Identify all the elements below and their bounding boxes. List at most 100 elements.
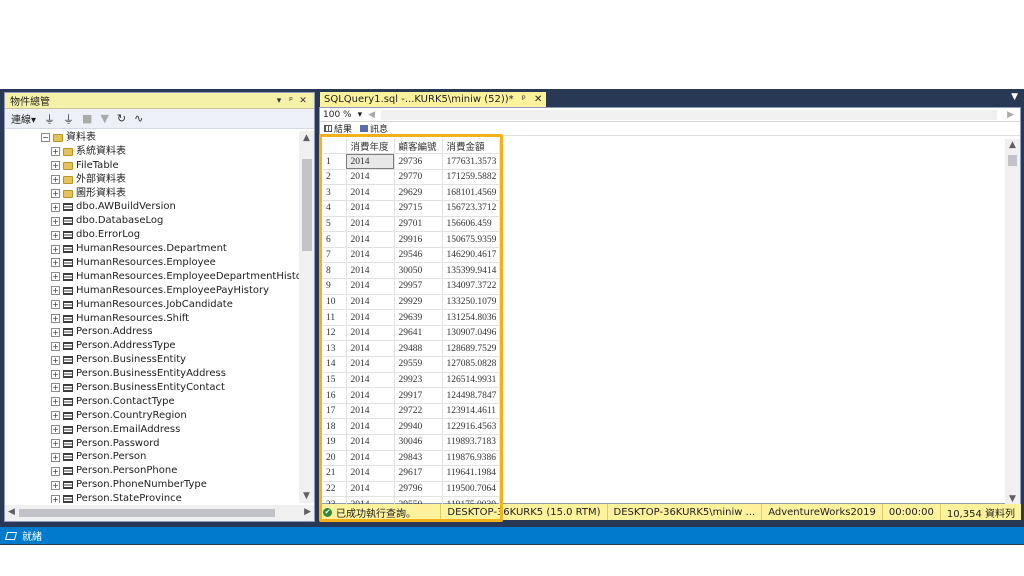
- expand-icon[interactable]: +: [51, 494, 60, 503]
- tree-node[interactable]: + Person.BusinessEntityContact: [5, 381, 299, 395]
- activity-monitor-icon[interactable]: ∿: [134, 112, 143, 125]
- scroll-down-icon[interactable]: ▼: [299, 491, 314, 501]
- grid-cell[interactable]: 134097.3722: [442, 278, 500, 295]
- grid-cell[interactable]: 2014: [346, 262, 395, 280]
- tree-node[interactable]: + dbo.DatabaseLog: [5, 214, 299, 228]
- grid-cell[interactable]: 2014: [346, 387, 395, 404]
- tree-node[interactable]: + HumanResources.EmployeePayHistory: [5, 284, 299, 298]
- scroll-up-icon[interactable]: ▲: [299, 133, 314, 143]
- tree-node[interactable]: + 圖形資料表: [5, 187, 299, 201]
- grid-cell[interactable]: 123914.4611: [442, 403, 500, 420]
- scroll-right-icon[interactable]: ▶: [304, 507, 311, 517]
- grid-cell[interactable]: 2014: [346, 465, 395, 482]
- expand-icon[interactable]: +: [51, 327, 60, 337]
- table-row[interactable]: 4 2014 29715 156723.3712: [323, 200, 500, 217]
- grid-cell[interactable]: 29639: [394, 309, 443, 326]
- tree-node[interactable]: + Person.PersonPhone: [5, 464, 299, 478]
- grid-cell[interactable]: 126514.9931: [442, 372, 500, 389]
- results-vertical-scrollbar[interactable]: ▲ ▼: [1005, 139, 1020, 505]
- expand-icon[interactable]: +: [51, 161, 60, 171]
- scroll-up-icon[interactable]: ▲: [1005, 140, 1020, 150]
- grid-cell[interactable]: 29770: [394, 169, 443, 186]
- expand-icon[interactable]: +: [51, 397, 60, 407]
- zoom-level[interactable]: 100 %: [323, 110, 352, 120]
- grid-cell[interactable]: 2014: [346, 231, 395, 248]
- tree-node[interactable]: + Person.CountryRegion: [5, 409, 299, 423]
- column-header[interactable]: 消費金額: [442, 139, 500, 155]
- object-explorer-horizontal-scrollbar[interactable]: ◀ ▶: [5, 505, 314, 521]
- grid-cell[interactable]: 2014: [346, 169, 395, 186]
- collapse-icon[interactable]: −: [41, 133, 50, 143]
- column-header[interactable]: 顧客編號: [394, 139, 443, 155]
- tree-node[interactable]: + HumanResources.Department: [5, 242, 299, 256]
- tab-close-icon[interactable]: ✕: [534, 94, 542, 105]
- grid-cell[interactable]: 29843: [394, 450, 443, 467]
- tree-node[interactable]: + Person.Address: [5, 325, 299, 339]
- grid-cell[interactable]: 156723.3712: [442, 200, 500, 217]
- grid-cell[interactable]: 2014: [346, 340, 395, 358]
- expand-icon[interactable]: +: [51, 452, 60, 462]
- table-row[interactable]: 2 2014 29770 171259.5882: [323, 169, 500, 186]
- grid-cell[interactable]: 29929: [394, 294, 443, 311]
- expand-icon[interactable]: +: [51, 480, 60, 490]
- pin-icon[interactable]: ᵖ: [285, 96, 297, 106]
- tree-node[interactable]: + Person.BusinessEntity: [5, 353, 299, 367]
- table-row[interactable]: 21 2014 29617 119641.1984: [323, 465, 500, 482]
- table-row[interactable]: 17 2014 29722 123914.4611: [323, 403, 500, 420]
- table-row[interactable]: 8 2014 30050 135399.9414: [323, 262, 500, 280]
- grid-cell[interactable]: 2014: [346, 450, 395, 467]
- grid-cell[interactable]: 29736: [394, 153, 443, 170]
- tree-node[interactable]: + HumanResources.EmployeeDepartmentHistor…: [5, 270, 299, 284]
- column-header[interactable]: 消費年度: [346, 139, 395, 155]
- tree-node[interactable]: + Person.PhoneNumberType: [5, 478, 299, 492]
- grid-cell[interactable]: 29641: [394, 325, 443, 342]
- grid-cell[interactable]: 2014: [346, 200, 395, 217]
- tree-node[interactable]: + Person.Person: [5, 450, 299, 464]
- scroll-thumb[interactable]: [1008, 155, 1017, 166]
- grid-cell[interactable]: 29488: [394, 340, 443, 358]
- connect-plug-icon[interactable]: ⏚: [44, 111, 55, 127]
- table-row[interactable]: 12 2014 29641 130907.0496: [323, 325, 500, 342]
- expand-icon[interactable]: +: [51, 244, 60, 254]
- expand-icon[interactable]: +: [51, 439, 60, 449]
- stop-icon[interactable]: ■: [82, 112, 92, 125]
- grid-cell[interactable]: 2014: [346, 247, 395, 264]
- tree-node[interactable]: + dbo.ErrorLog: [5, 228, 299, 242]
- grid-cell[interactable]: 127085.0828: [442, 356, 500, 373]
- object-explorer-vertical-scrollbar[interactable]: ▲ ▼: [299, 131, 314, 503]
- tree-node[interactable]: + Person.BusinessEntityAddress: [5, 367, 299, 381]
- grid-cell[interactable]: 29940: [394, 418, 443, 435]
- expand-icon[interactable]: +: [51, 175, 60, 185]
- grid-cell[interactable]: 29957: [394, 278, 443, 295]
- grid-cell[interactable]: 30050: [394, 262, 443, 280]
- grid-cell[interactable]: 2014: [346, 372, 395, 389]
- grid-cell[interactable]: 119500.7064: [442, 481, 500, 498]
- tab-results[interactable]: 結果: [324, 122, 352, 135]
- grid-cell[interactable]: 29923: [394, 372, 443, 389]
- grid-cell[interactable]: 29796: [394, 481, 443, 498]
- window-position-dropdown-icon[interactable]: ▾: [273, 96, 285, 106]
- expand-icon[interactable]: +: [51, 258, 60, 268]
- expand-icon[interactable]: +: [51, 147, 60, 157]
- grid-cell[interactable]: 128689.7529: [442, 340, 500, 358]
- grid-cell[interactable]: 2014: [346, 309, 395, 326]
- expand-icon[interactable]: +: [51, 425, 60, 435]
- tree-node[interactable]: + 外部資料表: [5, 173, 299, 187]
- table-row[interactable]: 19 2014 30046 119893.7183: [323, 434, 500, 451]
- grid-cell[interactable]: 133250.1079: [442, 294, 500, 311]
- refresh-icon[interactable]: ↻: [117, 112, 126, 125]
- expand-icon[interactable]: +: [51, 286, 60, 296]
- filter-icon[interactable]: ▼: [100, 112, 108, 125]
- scroll-thumb[interactable]: [302, 159, 312, 251]
- close-icon[interactable]: ✕: [297, 96, 309, 106]
- expand-icon[interactable]: +: [51, 272, 60, 282]
- tab-sqlquery1[interactable]: SQLQuery1.sql -...KURK5\miniw (52))* ᵖ ✕: [320, 92, 547, 107]
- tab-messages[interactable]: 訊息: [360, 122, 388, 135]
- grid-cell[interactable]: 2014: [346, 403, 395, 420]
- grid-cell[interactable]: 122916.4563: [442, 418, 500, 435]
- tree-node[interactable]: + Person.StateProvince: [5, 492, 299, 503]
- table-row[interactable]: 3 2014 29629 168101.4569: [323, 184, 500, 202]
- expand-icon[interactable]: +: [51, 202, 60, 212]
- table-row[interactable]: 6 2014 29916 150675.9359: [323, 231, 500, 248]
- tree-node[interactable]: + FileTable: [5, 159, 299, 173]
